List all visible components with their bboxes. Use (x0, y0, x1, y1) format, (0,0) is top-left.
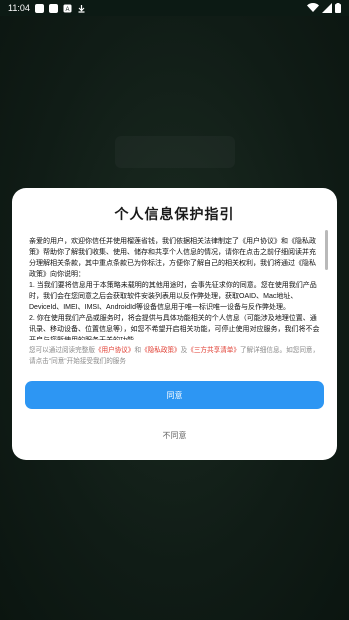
dialog-content[interactable]: 亲爱的用户，欢迎你信任并使用榴莲省钱，我们依据相关法律制定了《用户协议》和《隐私… (29, 236, 321, 340)
app-notification-icon: A (63, 4, 72, 13)
background-logo (115, 136, 235, 168)
content-paragraph: 1. 当我们要将信息用于本策略未载明的其他用途时，会事先征求你的同意。您在使用我… (29, 282, 317, 311)
status-left: 11:04 A (8, 3, 86, 13)
content-paragraph: 亲爱的用户，欢迎你信任并使用榴莲省钱，我们依据相关法律制定了《用户协议》和《隐私… (29, 238, 316, 278)
signal-icon (322, 3, 332, 13)
dialog-title: 个人信息保护指引 (114, 206, 235, 222)
download-icon (78, 4, 85, 13)
content-scrollbar[interactable] (325, 230, 328, 270)
status-bar: 11:04 A (0, 0, 349, 16)
status-time: 11:04 (8, 3, 30, 13)
privacy-policy-link[interactable]: 《隐私政策》 (141, 347, 181, 354)
notice-prefix: 您可以通过阅读完整版 (29, 347, 95, 354)
agree-button[interactable]: 同意 (25, 381, 324, 409)
user-agreement-link[interactable]: 《用户协议》 (95, 347, 135, 354)
privacy-dialog: 个人信息保护指引 亲爱的用户，欢迎你信任并使用榴莲省钱，我们依据相关法律制定了《… (12, 188, 337, 460)
notification-icon (34, 3, 44, 13)
third-party-list-link[interactable]: 《三方共享清单》 (187, 347, 240, 354)
notification-icon (48, 3, 58, 13)
content-paragraph: 2. 你在使用我们产品或服务时，将会提供与具体功能相关的个人信息（可能涉及地理位… (29, 315, 320, 340)
wifi-icon (307, 3, 319, 13)
agreement-notice: 您可以通过阅读完整版《用户协议》和《隐私政策》及《三方共享清单》了解详细信息。如… (29, 345, 325, 367)
svg-text:A: A (65, 7, 69, 13)
battery-icon (335, 3, 341, 13)
status-right (307, 3, 341, 13)
disagree-button[interactable]: 不同意 (125, 426, 224, 444)
